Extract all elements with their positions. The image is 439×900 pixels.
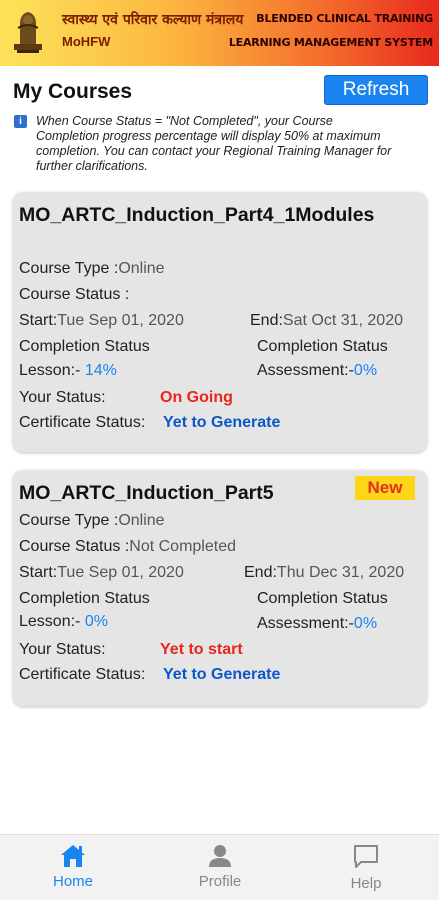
assessment-label: Assessment:- bbox=[257, 615, 354, 632]
certificate-status-value: Yet to Generate bbox=[163, 666, 281, 683]
start-label: Start: bbox=[19, 312, 58, 329]
course-card[interactable]: MO_ARTC_Induction_Part5 New Course Type … bbox=[13, 470, 427, 706]
course-type-value: Online bbox=[118, 260, 165, 277]
nav-item-home[interactable]: Home bbox=[33, 843, 113, 890]
header-title-line2: LEARNING MANAGEMENT SYSTEM bbox=[228, 36, 433, 49]
nav-label-home: Home bbox=[52, 873, 93, 890]
course-status-value: Not Completed bbox=[129, 538, 236, 555]
your-status-label: Your Status: bbox=[19, 389, 106, 406]
start-label: Start: bbox=[19, 564, 58, 581]
start-date: Tue Sep 01, 2020 bbox=[57, 564, 184, 581]
assessment-completion-heading: Completion Status bbox=[257, 338, 388, 355]
course-status-row: Course Status : bbox=[19, 286, 129, 304]
course-status-label: Course Status : bbox=[19, 538, 130, 555]
certificate-status-value: Yet to Generate bbox=[163, 414, 281, 431]
nav-item-help[interactable]: Help bbox=[326, 843, 406, 892]
national-emblem-icon bbox=[14, 12, 42, 53]
end-label: End: bbox=[250, 312, 283, 329]
course-type-row: Course Type :Online bbox=[19, 260, 165, 278]
end-label: End: bbox=[244, 564, 277, 581]
nav-label-help: Help bbox=[350, 875, 382, 892]
course-status-label: Course Status : bbox=[19, 286, 130, 303]
lesson-label: Lesson:- bbox=[19, 613, 81, 630]
assessment-label: Assessment:- bbox=[257, 362, 354, 379]
header-title-line1: BLENDED CLINICAL TRAINING bbox=[256, 12, 433, 25]
end-date: Thu Dec 31, 2020 bbox=[276, 564, 405, 581]
info-icon: i bbox=[14, 115, 27, 128]
course-card[interactable]: MO_ARTC_Induction_Part4_1Modules Course … bbox=[13, 192, 427, 452]
end-date: Sat Oct 31, 2020 bbox=[282, 312, 403, 329]
lesson-progress: 14% bbox=[84, 362, 117, 379]
course-type-label: Course Type : bbox=[19, 512, 119, 529]
assessment-progress: 0% bbox=[353, 615, 378, 632]
course-type-row: Course Type :Online bbox=[19, 512, 165, 530]
person-icon bbox=[209, 845, 231, 867]
new-badge: New bbox=[355, 476, 415, 500]
lesson-label: Lesson:- bbox=[19, 362, 81, 379]
app-header: स्वास्थ्य एवं परिवार कल्याण मंत्रालय MoH… bbox=[0, 0, 439, 66]
assessment-progress: 0% bbox=[353, 362, 378, 379]
info-text: When Course Status = "Not Completed", yo… bbox=[36, 114, 392, 173]
certificate-status-label: Certificate Status: bbox=[19, 414, 146, 431]
ministry-short-name: MoHFW bbox=[62, 34, 111, 49]
bottom-navigation: Home Profile Help bbox=[0, 834, 439, 900]
start-date-row: Start:Tue Sep 01, 2020 bbox=[19, 312, 184, 330]
ministry-name-hindi: स्वास्थ्य एवं परिवार कल्याण मंत्रालय bbox=[62, 12, 244, 28]
nav-label-profile: Profile bbox=[198, 873, 242, 890]
your-status-label: Your Status: bbox=[19, 641, 106, 658]
lesson-progress-row: Lesson:- 14% bbox=[19, 362, 117, 380]
chat-bubble-icon bbox=[354, 845, 378, 868]
nav-item-profile[interactable]: Profile bbox=[180, 843, 260, 890]
course-title: MO_ARTC_Induction_Part4_1Modules bbox=[19, 204, 375, 226]
your-status-value: On Going bbox=[160, 389, 233, 406]
lesson-completion-heading: Completion Status bbox=[19, 590, 150, 607]
assessment-progress-row: Assessment:-0% bbox=[257, 362, 377, 380]
certificate-status-label: Certificate Status: bbox=[19, 666, 146, 683]
lesson-progress: 0% bbox=[84, 613, 108, 630]
assessment-completion-heading: Completion Status bbox=[257, 590, 388, 607]
refresh-button[interactable]: Refresh bbox=[324, 75, 428, 105]
start-date: Tue Sep 01, 2020 bbox=[57, 312, 184, 329]
end-date-row: End:Thu Dec 31, 2020 bbox=[244, 564, 404, 582]
page-title: My Courses bbox=[13, 80, 133, 103]
home-icon bbox=[61, 845, 85, 867]
lesson-progress-row: Lesson:- 0% bbox=[19, 613, 108, 631]
assessment-progress-row: Assessment:-0% bbox=[257, 615, 377, 633]
course-type-label: Course Type : bbox=[19, 260, 119, 277]
course-type-value: Online bbox=[118, 512, 165, 529]
course-status-row: Course Status :Not Completed bbox=[19, 538, 236, 556]
end-date-row: End:Sat Oct 31, 2020 bbox=[250, 312, 403, 330]
your-status-value: Yet to start bbox=[160, 641, 243, 658]
start-date-row: Start:Tue Sep 01, 2020 bbox=[19, 564, 184, 582]
course-title: MO_ARTC_Induction_Part5 bbox=[19, 482, 274, 504]
lesson-completion-heading: Completion Status bbox=[19, 338, 150, 355]
